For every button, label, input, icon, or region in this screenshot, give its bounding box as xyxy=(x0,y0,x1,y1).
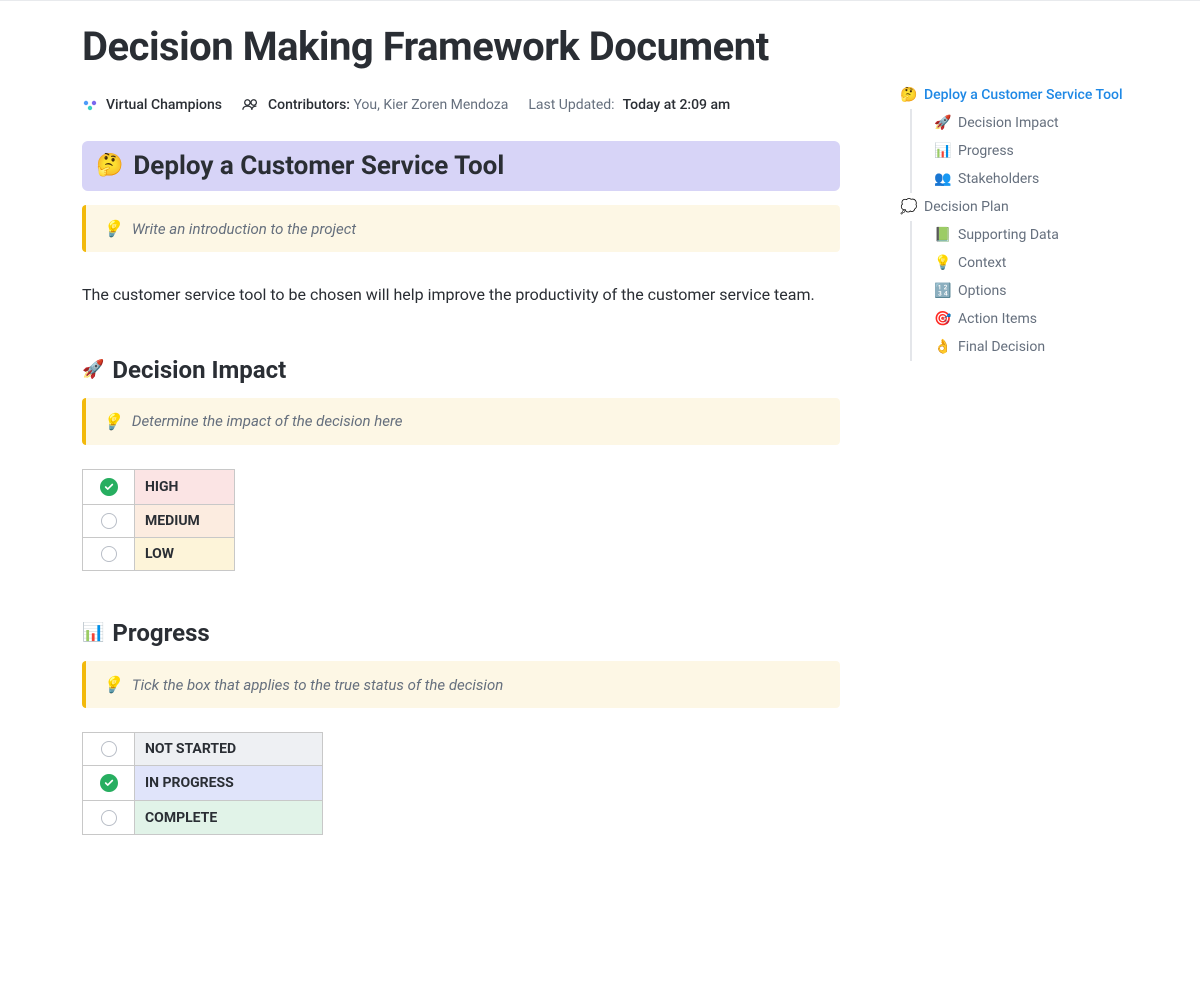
contributors-icon xyxy=(242,98,260,112)
toc-item-label: Decision Plan xyxy=(924,199,1009,215)
callout-impact[interactable]: 💡 Determine the impact of the decision h… xyxy=(82,398,840,445)
toc-item[interactable]: 🚀 Decision Impact xyxy=(910,109,1160,137)
toc-item[interactable]: 👥 Stakeholders xyxy=(910,165,1160,193)
document-main: Decision Making Framework Document Virtu… xyxy=(0,1,840,835)
impact-table: HIGHMEDIUMLOW xyxy=(82,469,235,572)
check-cell[interactable] xyxy=(83,537,135,570)
callout-intro[interactable]: 💡 Write an introduction to the project xyxy=(82,205,840,252)
contributors-value: You, Kier Zoren Mendoza xyxy=(353,97,508,113)
checkmark-icon[interactable] xyxy=(100,478,118,496)
toc-item[interactable]: 📊 Progress xyxy=(910,137,1160,165)
toc-item-icon: 📗 xyxy=(934,227,950,243)
check-cell[interactable] xyxy=(83,504,135,537)
toc-item-label: Options xyxy=(958,283,1006,299)
check-cell[interactable] xyxy=(83,766,135,801)
check-cell[interactable] xyxy=(83,469,135,504)
heading-progress: 📊 Progress xyxy=(82,619,840,647)
toc-item-label: Stakeholders xyxy=(958,171,1039,187)
banner-title: Deploy a Customer Service Tool xyxy=(133,151,504,181)
toc-item-label: Decision Impact xyxy=(958,115,1059,131)
last-updated-value: Today at 2:09 am xyxy=(623,97,731,113)
toc-item[interactable]: 💡 Context xyxy=(910,249,1160,277)
toc-item[interactable]: 👌 Final Decision xyxy=(910,333,1160,361)
table-row: HIGH xyxy=(83,469,235,504)
rocket-emoji-icon: 🚀 xyxy=(82,361,104,379)
toc-item-label: Supporting Data xyxy=(958,227,1059,243)
table-of-contents: 🤔 Deploy a Customer Service Tool 🚀 Decision… xyxy=(900,81,1160,361)
toc-item-label: Deploy a Customer Service Tool xyxy=(924,87,1123,103)
toc-item[interactable]: 🔢 Options xyxy=(910,277,1160,305)
toc-item[interactable]: 💭 Decision Plan xyxy=(900,193,1160,221)
toc-item-label: Context xyxy=(958,255,1006,271)
toc-item-label: Action Items xyxy=(958,311,1037,327)
progress-title: Progress xyxy=(112,619,209,647)
option-label[interactable]: NOT STARTED xyxy=(135,733,323,766)
progress-table: NOT STARTEDIN PROGRESSCOMPLETE xyxy=(82,732,323,835)
option-label[interactable]: LOW xyxy=(135,537,235,570)
option-label[interactable]: MEDIUM xyxy=(135,504,235,537)
page-title: Decision Making Framework Document xyxy=(82,21,840,73)
option-label[interactable]: IN PROGRESS xyxy=(135,766,323,801)
check-cell[interactable] xyxy=(83,801,135,834)
toc-item[interactable]: 🎯 Action Items xyxy=(910,305,1160,333)
radio-empty-icon[interactable] xyxy=(101,810,117,826)
chart-emoji-icon: 📊 xyxy=(82,624,104,642)
toc-item-icon: 🔢 xyxy=(934,283,950,299)
last-updated-chip[interactable]: Last Updated: Today at 2:09 am xyxy=(528,97,730,113)
meta-row: Virtual Champions Contributors: You, Kie… xyxy=(82,97,840,113)
team-chip[interactable]: Virtual Champions xyxy=(82,97,222,113)
toc-item-icon: 👌 xyxy=(934,339,950,355)
check-cell[interactable] xyxy=(83,733,135,766)
toc-item[interactable]: 📗 Supporting Data xyxy=(910,221,1160,249)
radio-empty-icon[interactable] xyxy=(101,546,117,562)
callout-impact-text: Determine the impact of the decision her… xyxy=(132,412,403,430)
intro-paragraph[interactable]: The customer service tool to be chosen w… xyxy=(82,282,840,308)
table-row: LOW xyxy=(83,537,235,570)
toc-item-label: Final Decision xyxy=(958,339,1045,355)
radio-empty-icon[interactable] xyxy=(101,741,117,757)
toc-item-icon: 🚀 xyxy=(934,115,950,131)
team-name: Virtual Champions xyxy=(106,97,222,113)
last-updated-label: Last Updated: xyxy=(528,97,614,113)
section-banner-deploy: 🤔 Deploy a Customer Service Tool xyxy=(82,141,840,191)
checkmark-icon[interactable] xyxy=(100,774,118,792)
table-row: NOT STARTED xyxy=(83,733,323,766)
table-row: IN PROGRESS xyxy=(83,766,323,801)
decision-impact-title: Decision Impact xyxy=(112,356,286,384)
radio-empty-icon[interactable] xyxy=(101,513,117,529)
toc-item[interactable]: 🤔 Deploy a Customer Service Tool xyxy=(900,81,1160,109)
table-row: COMPLETE xyxy=(83,801,323,834)
bulb-icon: 💡 xyxy=(102,412,122,431)
thinking-emoji-icon: 🤔 xyxy=(96,155,123,177)
contributors-chip[interactable]: Contributors: You, Kier Zoren Mendoza xyxy=(242,97,508,113)
toc-item-icon: 💭 xyxy=(900,199,916,215)
callout-progress[interactable]: 💡 Tick the box that applies to the true … xyxy=(82,661,840,708)
heading-decision-impact: 🚀 Decision Impact xyxy=(82,356,840,384)
toc-item-label: Progress xyxy=(958,143,1014,159)
bulb-icon: 💡 xyxy=(102,219,122,238)
table-row: MEDIUM xyxy=(83,504,235,537)
option-label[interactable]: HIGH xyxy=(135,469,235,504)
team-icon xyxy=(82,97,98,113)
contributors-label: Contributors: xyxy=(268,97,350,113)
toc-item-icon: 💡 xyxy=(934,255,950,271)
toc-item-icon: 👥 xyxy=(934,171,950,187)
toc-item-icon: 🎯 xyxy=(934,311,950,327)
bulb-icon: 💡 xyxy=(102,675,122,694)
toc-item-icon: 📊 xyxy=(934,143,950,159)
option-label[interactable]: COMPLETE xyxy=(135,801,323,834)
callout-intro-text: Write an introduction to the project xyxy=(132,220,356,238)
toc-item-icon: 🤔 xyxy=(900,87,916,103)
callout-progress-text: Tick the box that applies to the true st… xyxy=(132,676,503,694)
